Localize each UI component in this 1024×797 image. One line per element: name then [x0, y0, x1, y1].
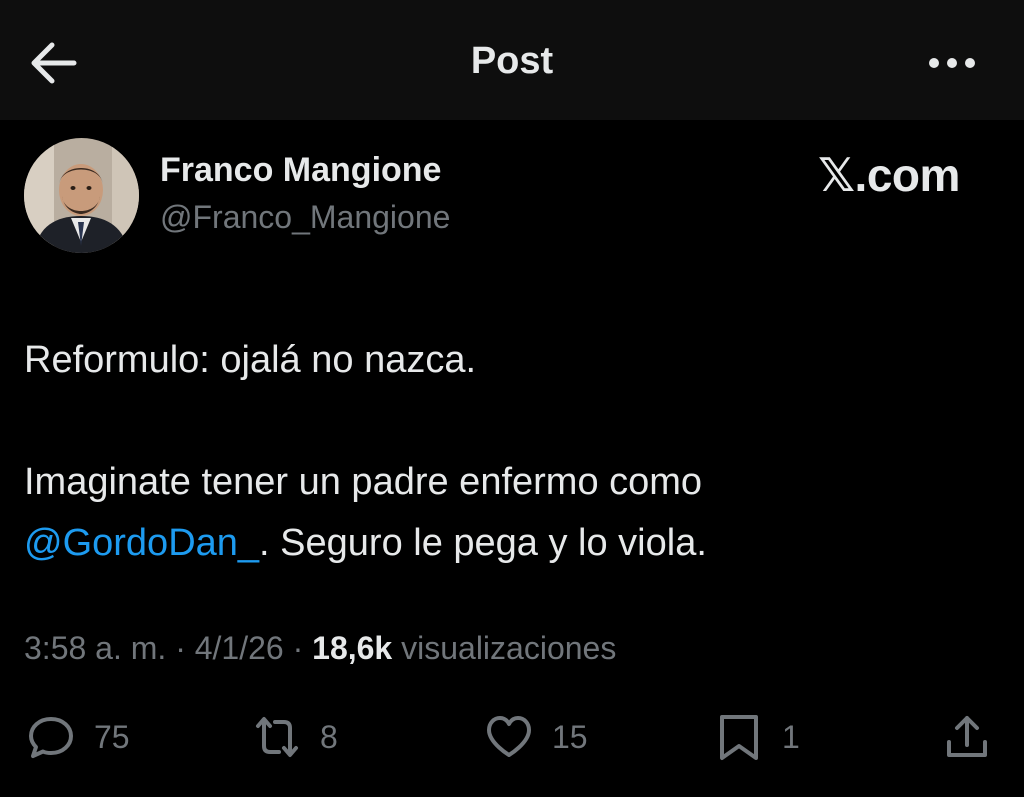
meta-separator: · — [166, 630, 195, 666]
tweet-line-3-text: . Seguro le pega y lo viola. — [259, 522, 707, 564]
avatar-image — [24, 138, 139, 253]
like-count: 15 — [552, 718, 588, 755]
tweet-line-2: Imaginate tener un padre enfermo como — [24, 461, 703, 503]
tweet-line-1: Reformulo: ojalá no nazca. — [24, 339, 477, 381]
share-button[interactable] — [942, 712, 992, 762]
tweet-line-3: @GordoDan_. Seguro le pega y lo viola. — [24, 513, 984, 574]
heart-icon — [487, 716, 531, 757]
bookmark-button[interactable]: 1 — [714, 712, 800, 762]
repost-icon — [256, 717, 298, 757]
bookmark-count: 1 — [782, 718, 800, 755]
repost-button[interactable]: 8 — [252, 712, 338, 762]
views-label: visualizaciones — [392, 630, 617, 666]
tweet-text: Reformulo: ojalá no nazca. Imaginate ten… — [24, 330, 984, 574]
post-date: 4/1/26 — [194, 630, 284, 666]
reply-button[interactable]: 75 — [26, 712, 130, 762]
views-count[interactable]: 18,6k — [312, 630, 392, 666]
page-title: Post — [470, 40, 554, 82]
reply-icon — [29, 717, 73, 758]
share-icon — [947, 716, 987, 757]
bookmark-icon — [720, 715, 758, 760]
post-time: 3:58 a. m. — [24, 630, 167, 666]
top-bar: Post — [0, 0, 1024, 120]
mention-link[interactable]: @GordoDan_ — [24, 522, 259, 564]
more-horizontal-icon — [929, 58, 975, 68]
x-com-watermark: 𝕏.com — [818, 149, 960, 201]
author-handle[interactable]: @Franco_Mangione — [160, 199, 450, 236]
repost-count: 8 — [320, 718, 338, 755]
author-display-name[interactable]: Franco Mangione — [160, 151, 441, 190]
tweet-meta: 3:58 a. m. · 4/1/26 · 18,6k visualizacio… — [24, 630, 616, 667]
avatar[interactable] — [24, 138, 139, 253]
more-options-button[interactable] — [922, 48, 982, 78]
like-button[interactable]: 15 — [484, 712, 588, 762]
reply-count: 75 — [94, 718, 130, 755]
meta-separator-2: · — [283, 630, 313, 666]
